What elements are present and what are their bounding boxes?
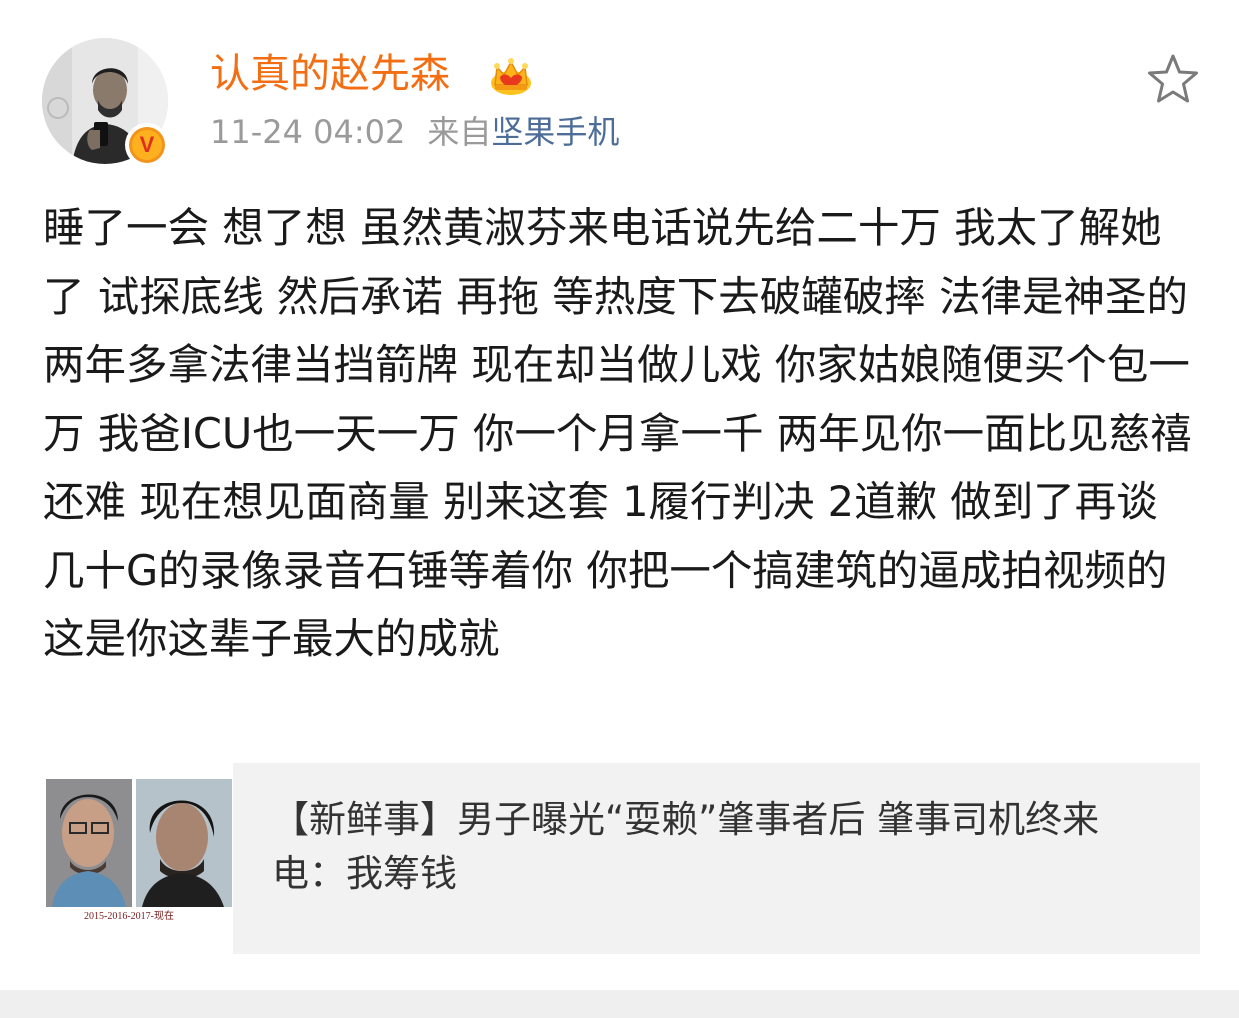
verified-v-icon: V — [132, 130, 162, 160]
post-meta: 11-24 04:02 来自坚果手机 — [210, 110, 619, 154]
verified-badge: V — [125, 123, 169, 167]
thumbnail-caption: 2015-2016-2017-现在 — [84, 910, 174, 922]
card-title[interactable]: 【新鲜事】男子曝光“耍赖”肇事者后 肇事司机终来电：我筹钱 — [272, 793, 1172, 901]
author-name[interactable]: 认真的赵先森 — [210, 46, 450, 102]
shared-link-card[interactable]: 2015-2016-2017-现在 【新鲜事】男子曝光“耍赖”肇事者后 肇事司机… — [42, 763, 1200, 954]
source-prefix: 来自 — [427, 113, 492, 151]
source-link[interactable]: 坚果手机 — [491, 113, 619, 151]
post-body-text: 睡了一会 想了想 虽然黄淑芬来电话说先给二十万 我太了解她了 试探底线 然后承诺… — [43, 203, 1192, 663]
thumbnail-image: 2015-2016-2017-现在 — [42, 763, 233, 954]
star-icon[interactable] — [1146, 53, 1200, 105]
weibo-post: V 认真的赵先森 11-24 04:02 来自坚果手机 睡了一会 想了想 虽然黄淑… — [0, 0, 1239, 990]
card-thumbnail: 2015-2016-2017-现在 — [42, 763, 233, 954]
post-timestamp: 11-24 04:02 — [210, 113, 406, 151]
bottom-divider — [0, 990, 1239, 1018]
member-crown-icon[interactable] — [489, 53, 533, 97]
